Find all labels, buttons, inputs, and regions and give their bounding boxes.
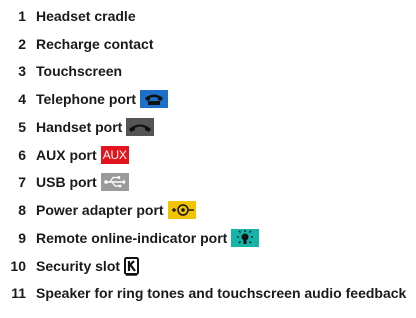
item-label: USB port — [36, 174, 97, 190]
item-number: 3 — [18, 63, 26, 79]
telephone-icon — [140, 90, 169, 108]
handset-icon — [126, 118, 155, 136]
list-item: 6 AUX port AUX — [0, 143, 129, 167]
list-item: 1 Headset cradle — [0, 4, 136, 28]
list-item: 4 Telephone port — [0, 87, 169, 111]
list-item: 9 Remote online-indicator port — [0, 226, 260, 250]
item-number: 5 — [18, 119, 26, 135]
item-label: AUX port — [36, 147, 97, 163]
item-label: Power adapter port — [36, 202, 164, 218]
item-number: 11 — [11, 285, 26, 301]
item-label: Remote online-indicator port — [36, 230, 228, 246]
list-item: 8 Power adapter port — [0, 198, 196, 222]
item-label: Touchscreen — [36, 63, 123, 79]
item-number: 10 — [10, 258, 26, 274]
online-indicator-icon — [231, 229, 260, 247]
item-number: 2 — [18, 36, 26, 52]
item-number: 4 — [18, 91, 26, 107]
item-number: 9 — [18, 230, 26, 246]
list-item: 5 Handset port — [0, 115, 155, 139]
list-item: 7 USB port — [0, 170, 129, 194]
usb-icon — [100, 173, 129, 191]
item-label: Recharge contact — [36, 36, 154, 52]
item-label: Telephone port — [36, 91, 137, 107]
aux-icon: AUX — [100, 146, 129, 164]
item-number: 6 — [18, 147, 26, 163]
kensington-lock-icon — [124, 256, 140, 276]
list-item: 11 Speaker for ring tones and touchscree… — [0, 284, 406, 318]
list-item: 10 Security slot — [0, 254, 140, 278]
item-number: 8 — [18, 202, 26, 218]
list-item: 3 Touchscreen — [0, 59, 122, 83]
item-label: Speaker for ring tones and touchscreen a… — [36, 285, 407, 301]
list-item: 2 Recharge contact — [0, 32, 153, 56]
item-number: 7 — [18, 174, 26, 190]
item-label: Security slot — [36, 258, 121, 274]
power-adapter-icon — [167, 201, 196, 219]
item-label: Headset cradle — [36, 8, 136, 24]
item-label: Handset port — [36, 119, 123, 135]
item-number: 1 — [18, 8, 26, 24]
